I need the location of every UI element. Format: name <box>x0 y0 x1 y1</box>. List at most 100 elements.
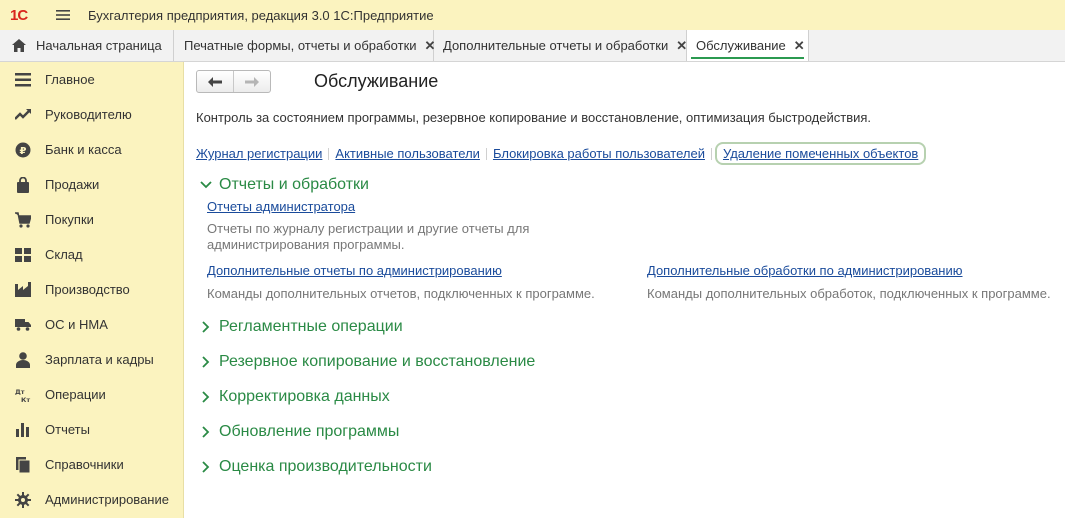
page-description: Контроль за состоянием программы, резерв… <box>196 110 872 125</box>
navigation-buttons <box>196 70 271 93</box>
person-icon <box>14 351 32 369</box>
section-reports-processing[interactable]: Отчеты и обработки <box>198 176 369 194</box>
chevron-right-icon <box>198 459 214 475</box>
bar-chart-icon <box>14 421 32 439</box>
sidebar: Главное Руководителю ₽ Банк и касса Прод… <box>0 62 184 518</box>
hamburger-icon <box>56 10 70 20</box>
sidebar-item-reports[interactable]: Отчеты <box>0 412 183 447</box>
sidebar-item-administration[interactable]: Администрирование <box>0 482 183 517</box>
additional-admin-reports-description: Команды дополнительных отчетов, подключе… <box>207 286 595 301</box>
sidebar-item-label: Руководителю <box>45 107 132 122</box>
sidebar-item-manager[interactable]: Руководителю <box>0 97 183 132</box>
section-title: Оценка производительности <box>219 458 432 475</box>
svg-text:1С: 1С <box>10 7 28 23</box>
books-icon <box>14 456 32 474</box>
app-logo: 1С <box>0 0 36 30</box>
svg-text:₽: ₽ <box>20 146 27 157</box>
arrow-left-icon <box>208 76 222 87</box>
section-title: Корректировка данных <box>219 388 390 405</box>
bag-icon <box>14 176 32 194</box>
sidebar-item-label: Склад <box>45 247 83 262</box>
event-log-link[interactable]: Журнал регистрации <box>196 146 322 161</box>
user-lock-link[interactable]: Блокировка работы пользователей <box>493 146 705 161</box>
sidebar-item-label: Покупки <box>45 212 94 227</box>
additional-admin-reports-link[interactable]: Дополнительные отчеты по администрирован… <box>207 263 502 278</box>
sidebar-item-sales[interactable]: Продажи <box>0 167 183 202</box>
chevron-right-icon <box>198 354 214 370</box>
sidebar-item-label: Операции <box>45 387 106 402</box>
close-icon[interactable]: ✕ <box>676 38 687 54</box>
chevron-down-icon <box>198 177 214 193</box>
title-bar: 1С Бухгалтерия предприятия, редакция 3.0… <box>0 0 1065 30</box>
section-title: Регламентные операции <box>219 318 403 335</box>
tab-label: Начальная страница <box>36 38 162 53</box>
sidebar-item-label: Администрирование <box>45 492 169 507</box>
tab-print-forms[interactable]: Печатные формы, отчеты и обработки ✕ <box>174 30 435 61</box>
sidebar-item-label: ОС и НМА <box>45 317 108 332</box>
menu-lines-icon <box>14 71 32 89</box>
svg-text:Дт: Дт <box>15 388 25 396</box>
ruble-coin-icon: ₽ <box>14 141 32 159</box>
active-users-link[interactable]: Активные пользователи <box>335 146 480 161</box>
chevron-right-icon <box>198 424 214 440</box>
gear-icon <box>14 491 32 509</box>
sidebar-item-label: Зарплата и кадры <box>45 352 154 367</box>
quick-links: Журнал регистрации Активные пользователи… <box>196 142 927 165</box>
back-button[interactable] <box>197 71 233 92</box>
sidebar-item-label: Производство <box>45 282 130 297</box>
sidebar-item-operations[interactable]: Дт Кт Операции <box>0 377 183 412</box>
sidebar-item-main[interactable]: Главное <box>0 62 183 97</box>
svg-text:Кт: Кт <box>21 396 30 403</box>
sidebar-item-bank[interactable]: ₽ Банк и касса <box>0 132 183 167</box>
tab-home[interactable]: Начальная страница <box>0 30 174 61</box>
link-separator <box>328 147 330 160</box>
chevron-right-icon <box>198 389 214 405</box>
admin-reports-link[interactable]: Отчеты администратора <box>207 199 355 214</box>
tab-service[interactable]: Обслуживание ✕ <box>687 30 809 61</box>
onec-logo-icon: 1С <box>10 7 29 23</box>
sidebar-item-label: Отчеты <box>45 422 90 437</box>
section-data-correction[interactable]: Корректировка данных <box>198 388 390 406</box>
sidebar-item-label: Банк и касса <box>45 142 122 157</box>
link-separator <box>485 147 487 160</box>
sidebar-item-purchases[interactable]: Покупки <box>0 202 183 237</box>
tab-label: Обслуживание <box>696 38 786 53</box>
trend-icon <box>14 106 32 124</box>
window-title: Бухгалтерия предприятия, редакция 3.0 1С… <box>88 7 434 23</box>
link-separator <box>710 147 712 160</box>
sidebar-item-production[interactable]: Производство <box>0 272 183 307</box>
section-title: Отчеты и обработки <box>219 176 369 193</box>
sidebar-item-fixed-assets[interactable]: ОС и НМА <box>0 307 183 342</box>
additional-admin-processing-description: Команды дополнительных обработок, подклю… <box>647 286 1051 301</box>
cart-icon <box>14 211 32 229</box>
sidebar-item-label: Главное <box>45 72 95 87</box>
factory-icon <box>14 281 32 299</box>
tab-label: Печатные формы, отчеты и обработки <box>184 38 417 53</box>
page-title: Обслуживание <box>314 71 439 91</box>
additional-admin-processing-link[interactable]: Дополнительные обработки по администриро… <box>647 263 963 278</box>
sidebar-item-salary[interactable]: Зарплата и кадры <box>0 342 183 377</box>
delete-marked-objects-link[interactable]: Удаление помеченных объектов <box>714 142 927 165</box>
section-title: Обновление программы <box>219 423 400 440</box>
chevron-right-icon <box>198 319 214 335</box>
main-content: Обслуживание Контроль за состоянием прог… <box>184 62 1065 518</box>
close-icon[interactable]: ✕ <box>794 38 805 54</box>
dt-kt-icon: Дт Кт <box>14 386 32 404</box>
truck-icon <box>14 316 32 334</box>
home-icon <box>12 39 26 52</box>
section-backup-restore[interactable]: Резервное копирование и восстановление <box>198 353 535 371</box>
warehouse-icon <box>14 246 32 264</box>
tab-bar: Начальная страница Печатные формы, отчет… <box>0 30 1065 62</box>
section-title: Резервное копирование и восстановление <box>219 353 536 370</box>
forward-button[interactable] <box>233 71 270 92</box>
section-scheduled-operations[interactable]: Регламентные операции <box>198 318 403 336</box>
tab-additional-reports[interactable]: Дополнительные отчеты и обработки ✕ <box>434 30 687 61</box>
admin-reports-description: Отчеты по журналу регистрации и другие о… <box>207 221 530 252</box>
section-program-update[interactable]: Обновление программы <box>198 423 399 441</box>
sidebar-item-catalogs[interactable]: Справочники <box>0 447 183 482</box>
sidebar-item-label: Справочники <box>45 457 124 472</box>
section-performance-evaluation[interactable]: Оценка производительности <box>198 458 432 476</box>
sidebar-item-warehouse[interactable]: Склад <box>0 237 183 272</box>
main-menu-button[interactable] <box>48 0 78 30</box>
arrow-right-icon <box>245 76 259 87</box>
